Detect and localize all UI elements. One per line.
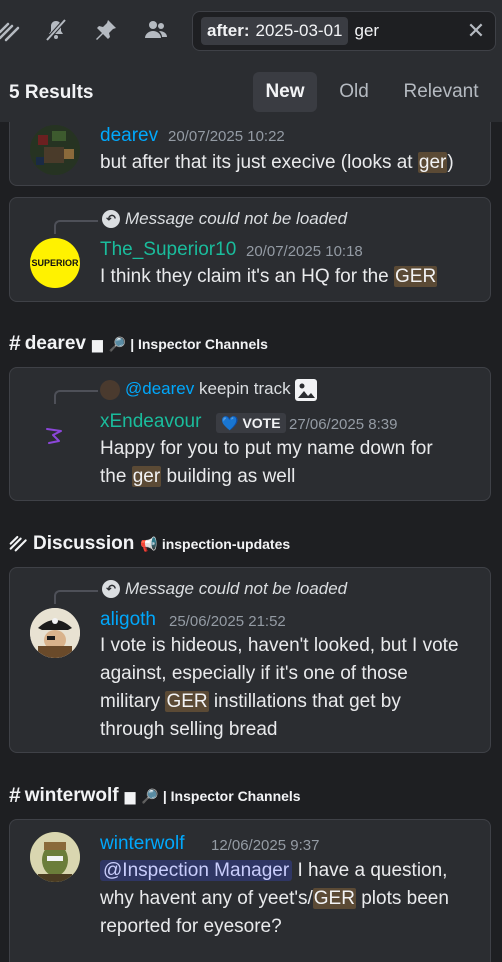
message-content: I vote is hideous, haven't looked, but I… bbox=[100, 635, 459, 740]
members-icon[interactable] bbox=[142, 16, 170, 44]
message-content: I think they claim it's an HQ for the GE… bbox=[100, 266, 438, 287]
avatar[interactable] bbox=[30, 125, 80, 175]
channel-hash-icon: # bbox=[9, 784, 21, 807]
pin-icon[interactable] bbox=[92, 16, 120, 44]
results-header-overlay: 5 Results New Old Relevant bbox=[0, 62, 502, 122]
search-highlight: ger bbox=[417, 152, 448, 173]
message-content: @Inspection Manager I have a question, wh… bbox=[100, 860, 449, 937]
message-author[interactable]: xEndeavour bbox=[100, 411, 201, 433]
heart-icon: 💙 bbox=[221, 414, 239, 431]
sort-relevant-button[interactable]: Relevant bbox=[392, 72, 490, 112]
search-result-card[interactable]: ↶ Message could not be loaded aligoth 25… bbox=[9, 567, 491, 753]
threads-icon[interactable] bbox=[0, 16, 24, 44]
magnifier-icon: 🔎 bbox=[141, 787, 159, 804]
channel-header[interactable]: # winterwolf ▆ 🔎 | Inspector Channels bbox=[9, 783, 301, 809]
results-count-label: 5 Results bbox=[9, 82, 94, 103]
avatar[interactable]: SUPERIOR bbox=[30, 238, 80, 288]
avatar-logo-text: SUPERIOR bbox=[31, 258, 79, 268]
message-timestamp: 20/07/2025 10:22 bbox=[168, 128, 285, 145]
forum-thread-icon bbox=[9, 532, 29, 557]
folder-icon: ▆ bbox=[91, 335, 103, 352]
magnifier-icon: 🔎 bbox=[108, 335, 127, 352]
avatar[interactable] bbox=[30, 832, 80, 882]
clear-search-icon[interactable]: ✕ bbox=[465, 20, 487, 42]
reply-unavailable-text: Message could not be loaded bbox=[125, 579, 348, 598]
reply-connector bbox=[54, 390, 98, 404]
search-filter-chip[interactable]: after: 2025-03-01 bbox=[201, 17, 349, 45]
role-badge: 💙 VOTE bbox=[216, 413, 286, 433]
reply-connector bbox=[54, 590, 98, 604]
reply-preview[interactable]: @dearev keepin track bbox=[125, 379, 291, 399]
channel-category: | Inspector Channels bbox=[130, 336, 268, 352]
reply-connector bbox=[54, 220, 98, 234]
message-author[interactable]: dearev bbox=[100, 125, 158, 147]
search-input[interactable]: after: 2025-03-01 ger ✕ bbox=[192, 11, 496, 51]
folder-icon: ▆ bbox=[124, 787, 136, 804]
search-query-text[interactable]: ger bbox=[354, 21, 379, 41]
sort-old-button[interactable]: Old bbox=[326, 72, 382, 112]
message-author[interactable]: winterwolf bbox=[100, 833, 184, 855]
reply-unavailable-text: Message could not be loaded bbox=[125, 209, 348, 228]
reply-avatar[interactable] bbox=[100, 380, 120, 400]
image-attachment-icon bbox=[295, 379, 317, 401]
channel-name: winterwolf bbox=[24, 785, 119, 806]
user-mention[interactable]: @Inspection Manager bbox=[100, 860, 293, 881]
channel-header[interactable]: Discussion 📢 inspection-updates bbox=[9, 531, 290, 557]
notification-muted-icon[interactable] bbox=[42, 16, 70, 44]
message-author[interactable]: aligoth bbox=[100, 609, 156, 631]
message-author[interactable]: The_Superior10 bbox=[100, 239, 236, 261]
search-result-card[interactable]: @dearev keepin track xEndeavour 💙 VOTE 27… bbox=[9, 367, 491, 501]
message-timestamp: 12/06/2025 9:37 bbox=[211, 837, 320, 854]
announcement-icon: 📢 bbox=[140, 535, 158, 552]
channel-category: inspection-updates bbox=[161, 536, 291, 552]
avatar[interactable] bbox=[30, 608, 80, 658]
search-highlight: GER bbox=[394, 266, 438, 287]
message-timestamp: 20/07/2025 10:18 bbox=[246, 243, 363, 260]
search-result-card[interactable]: ↶ Message could not be loaded SUPERIOR T… bbox=[9, 197, 491, 302]
message-content: but after that its just execive (looks a… bbox=[100, 152, 454, 173]
channel-hash-icon: # bbox=[9, 332, 21, 355]
search-result-card[interactable]: winterwolf 12/06/2025 9:37 @Inspection M… bbox=[9, 819, 491, 962]
message-timestamp: 27/06/2025 8:39 bbox=[289, 416, 398, 433]
reply-arrow-icon: ↶ bbox=[102, 580, 120, 598]
channel-name: dearev bbox=[24, 333, 86, 354]
sort-new-button[interactable]: New bbox=[253, 72, 317, 112]
message-content: Happy for you to put my name down for the… bbox=[100, 438, 433, 487]
top-toolbar: after: 2025-03-01 ger ✕ bbox=[0, 0, 502, 62]
avatar[interactable] bbox=[30, 410, 80, 460]
reply-arrow-icon: ↶ bbox=[102, 210, 120, 228]
channel-category: | Inspector Channels bbox=[162, 788, 301, 804]
search-highlight: GER bbox=[165, 691, 209, 712]
search-highlight: ger bbox=[131, 466, 162, 487]
search-highlight: GER bbox=[312, 888, 356, 909]
channel-header[interactable]: # dearev ▆ 🔎 | Inspector Channels bbox=[9, 331, 268, 357]
channel-name: Discussion bbox=[33, 533, 135, 554]
message-timestamp: 25/06/2025 21:52 bbox=[169, 613, 286, 630]
